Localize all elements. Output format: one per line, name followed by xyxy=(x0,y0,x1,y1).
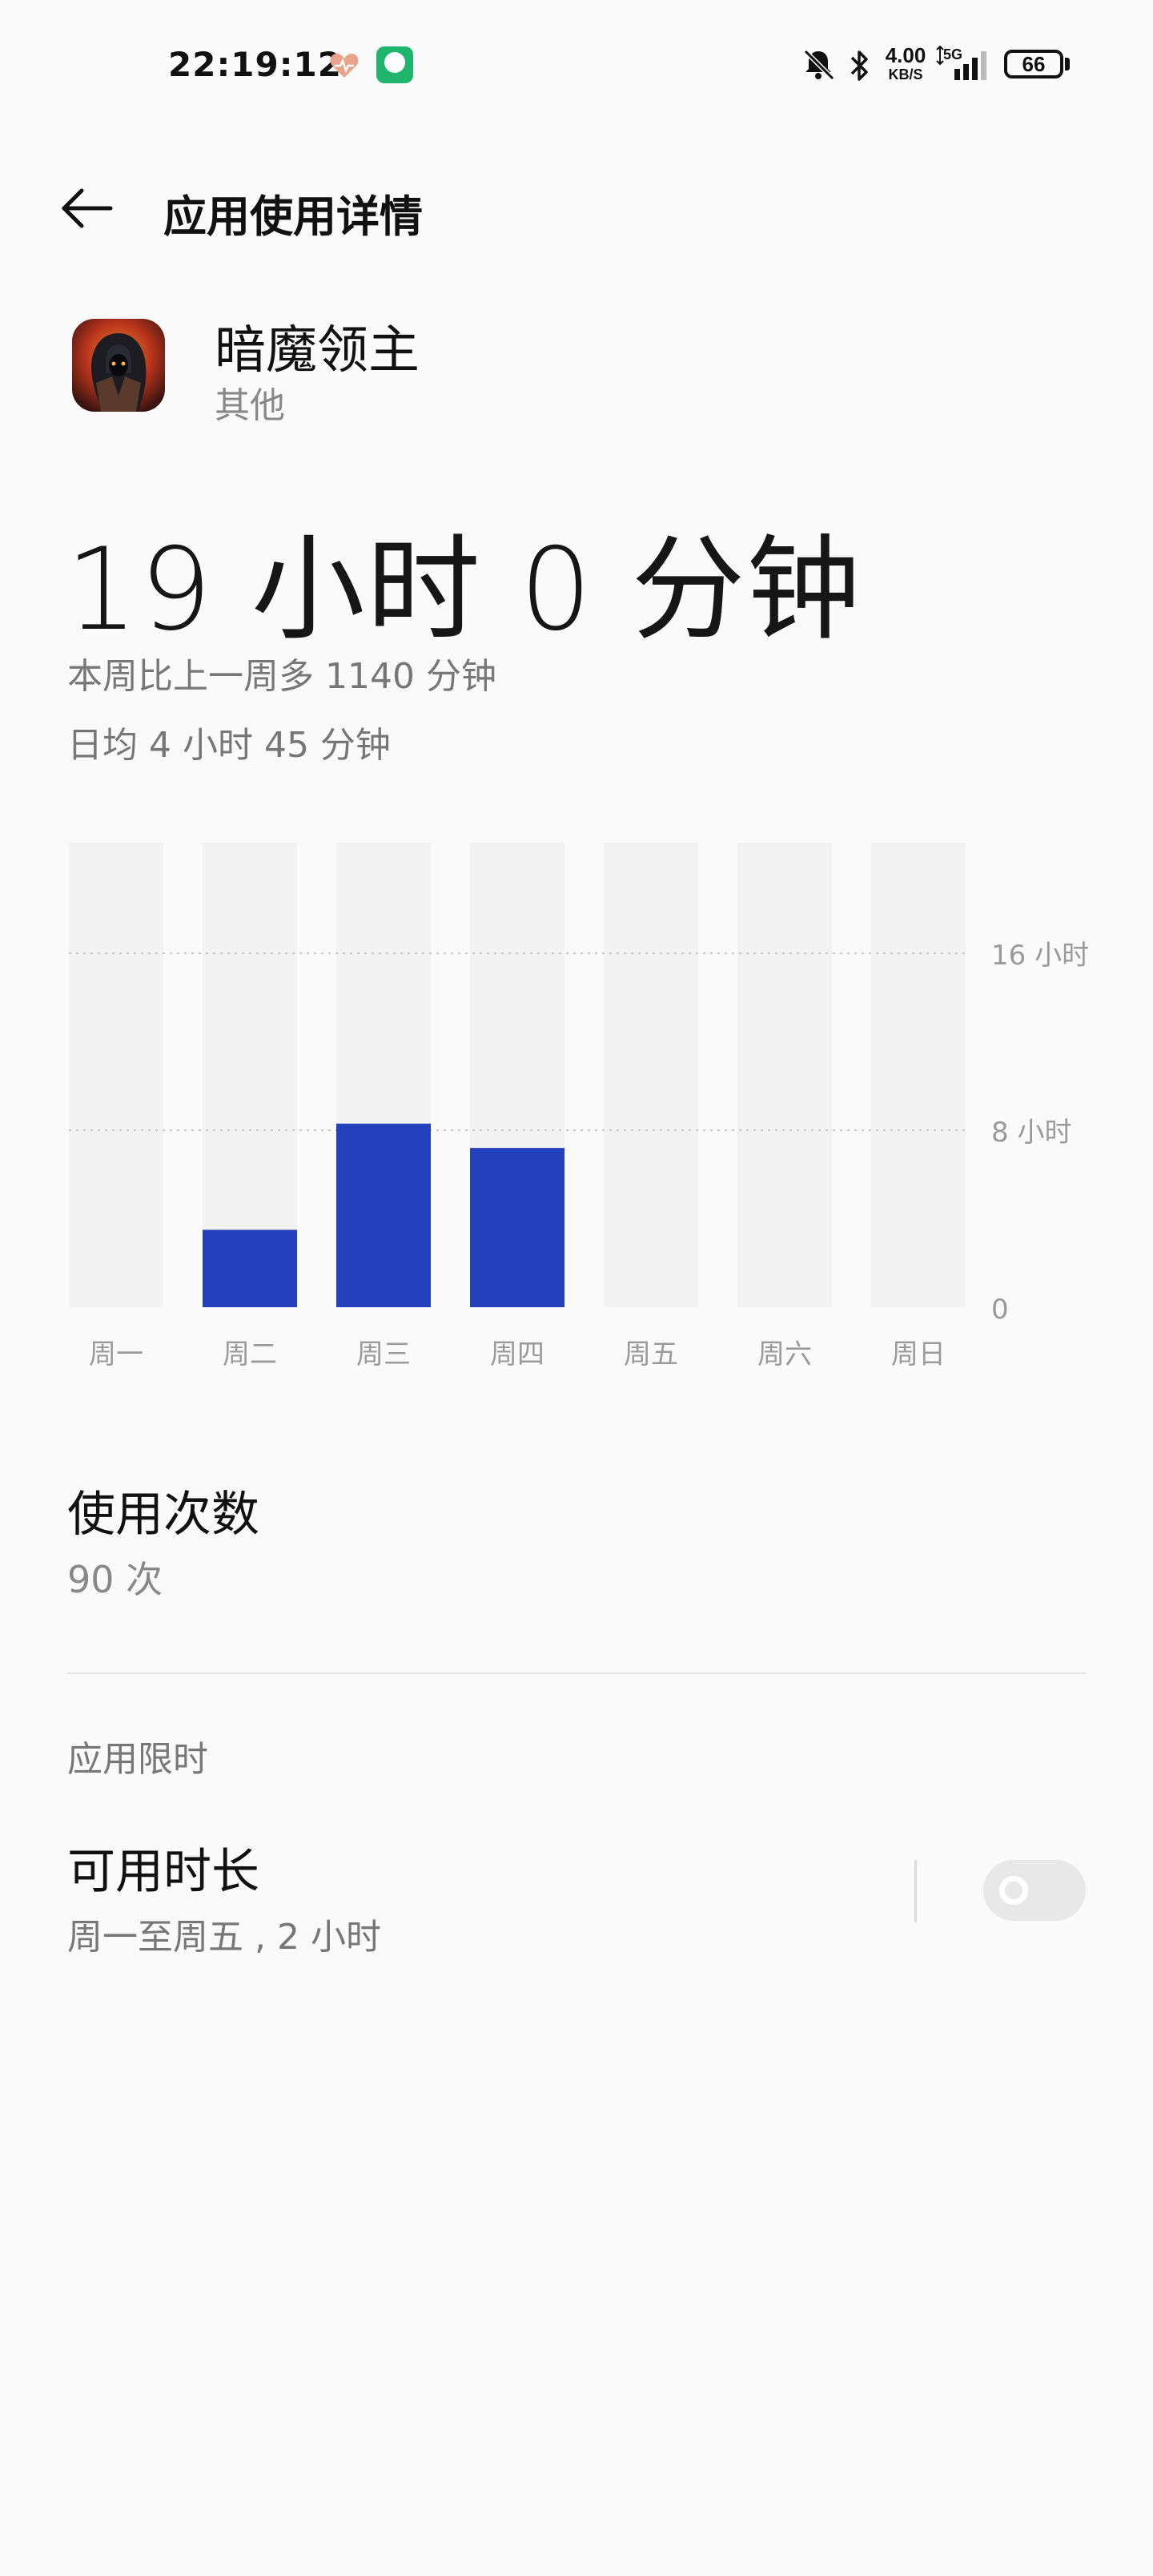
bar-track xyxy=(69,843,163,1307)
heart-health-icon xyxy=(330,54,359,78)
usage-count-value: 90 次 xyxy=(67,1558,163,1601)
available-time-description: 周一至周五 , 2 小时 xyxy=(67,1917,381,1958)
x-tick-label: 周四 xyxy=(490,1338,544,1371)
available-time-title: 可用时长 xyxy=(67,1844,259,1900)
x-tick-label: 周三 xyxy=(356,1338,411,1371)
available-time-row[interactable]: 可用时长 周一至周五 , 2 小时 xyxy=(0,1818,1153,1978)
network-type: 5G xyxy=(943,46,962,62)
x-tick-label: 周五 xyxy=(624,1338,678,1371)
x-tick-label: 周六 xyxy=(757,1338,812,1371)
weekly-usage-chart: 0 8 小时 16 小时周一 周二 周三 周四 周五 周六 周日 xyxy=(69,843,1089,1371)
bar-track xyxy=(871,843,966,1307)
week-comparison: 本周比上一周多 1140 分钟 xyxy=(67,656,496,697)
battery-icon: 66 xyxy=(1004,50,1063,78)
net-speed: 4.00 KB/S xyxy=(879,45,932,82)
net-speed-unit: KB/S xyxy=(888,66,923,83)
y-tick-label: 16 小时 xyxy=(991,940,1089,972)
bar-track xyxy=(737,843,832,1307)
net-speed-value: 4.00 xyxy=(885,43,926,67)
x-tick-label: 周日 xyxy=(891,1338,946,1371)
daily-average: 日均 4 小时 45 分钟 xyxy=(67,725,391,766)
signal-icon: 5G xyxy=(936,45,986,80)
app-icon xyxy=(72,319,165,412)
toggle-knob xyxy=(999,1876,1028,1905)
battery-tip xyxy=(1065,58,1070,70)
section-divider xyxy=(67,1672,1086,1674)
status-bar: 22:19:12 4.00 KB/S 5G 66 xyxy=(0,0,1153,128)
back-arrow-icon[interactable] xyxy=(58,179,115,237)
x-tick-label: 周一 xyxy=(89,1338,143,1371)
app-name: 暗魔领主 xyxy=(215,321,420,380)
bluetooth-icon xyxy=(850,50,868,81)
status-time: 22:19:12 xyxy=(168,45,342,84)
vertical-divider xyxy=(914,1860,917,1922)
bell-mute-icon xyxy=(803,49,835,81)
limit-toggle[interactable] xyxy=(983,1860,1086,1921)
bar-周三 xyxy=(336,1123,431,1307)
usage-count-title: 使用次数 xyxy=(67,1487,259,1543)
bar-周二 xyxy=(203,1230,297,1307)
bar-周四 xyxy=(470,1148,564,1307)
app-limit-section-title: 应用限时 xyxy=(67,1739,208,1780)
y-tick-label: 8 小时 xyxy=(991,1117,1071,1149)
y-tick-label: 0 xyxy=(991,1294,1009,1326)
total-usage-time: 19 小时 0 分钟 xyxy=(66,524,862,656)
app-notification-icon xyxy=(376,46,413,83)
app-category: 其他 xyxy=(215,385,285,426)
bar-track xyxy=(604,843,698,1307)
x-tick-label: 周二 xyxy=(223,1338,277,1371)
page-title: 应用使用详情 xyxy=(163,191,423,242)
